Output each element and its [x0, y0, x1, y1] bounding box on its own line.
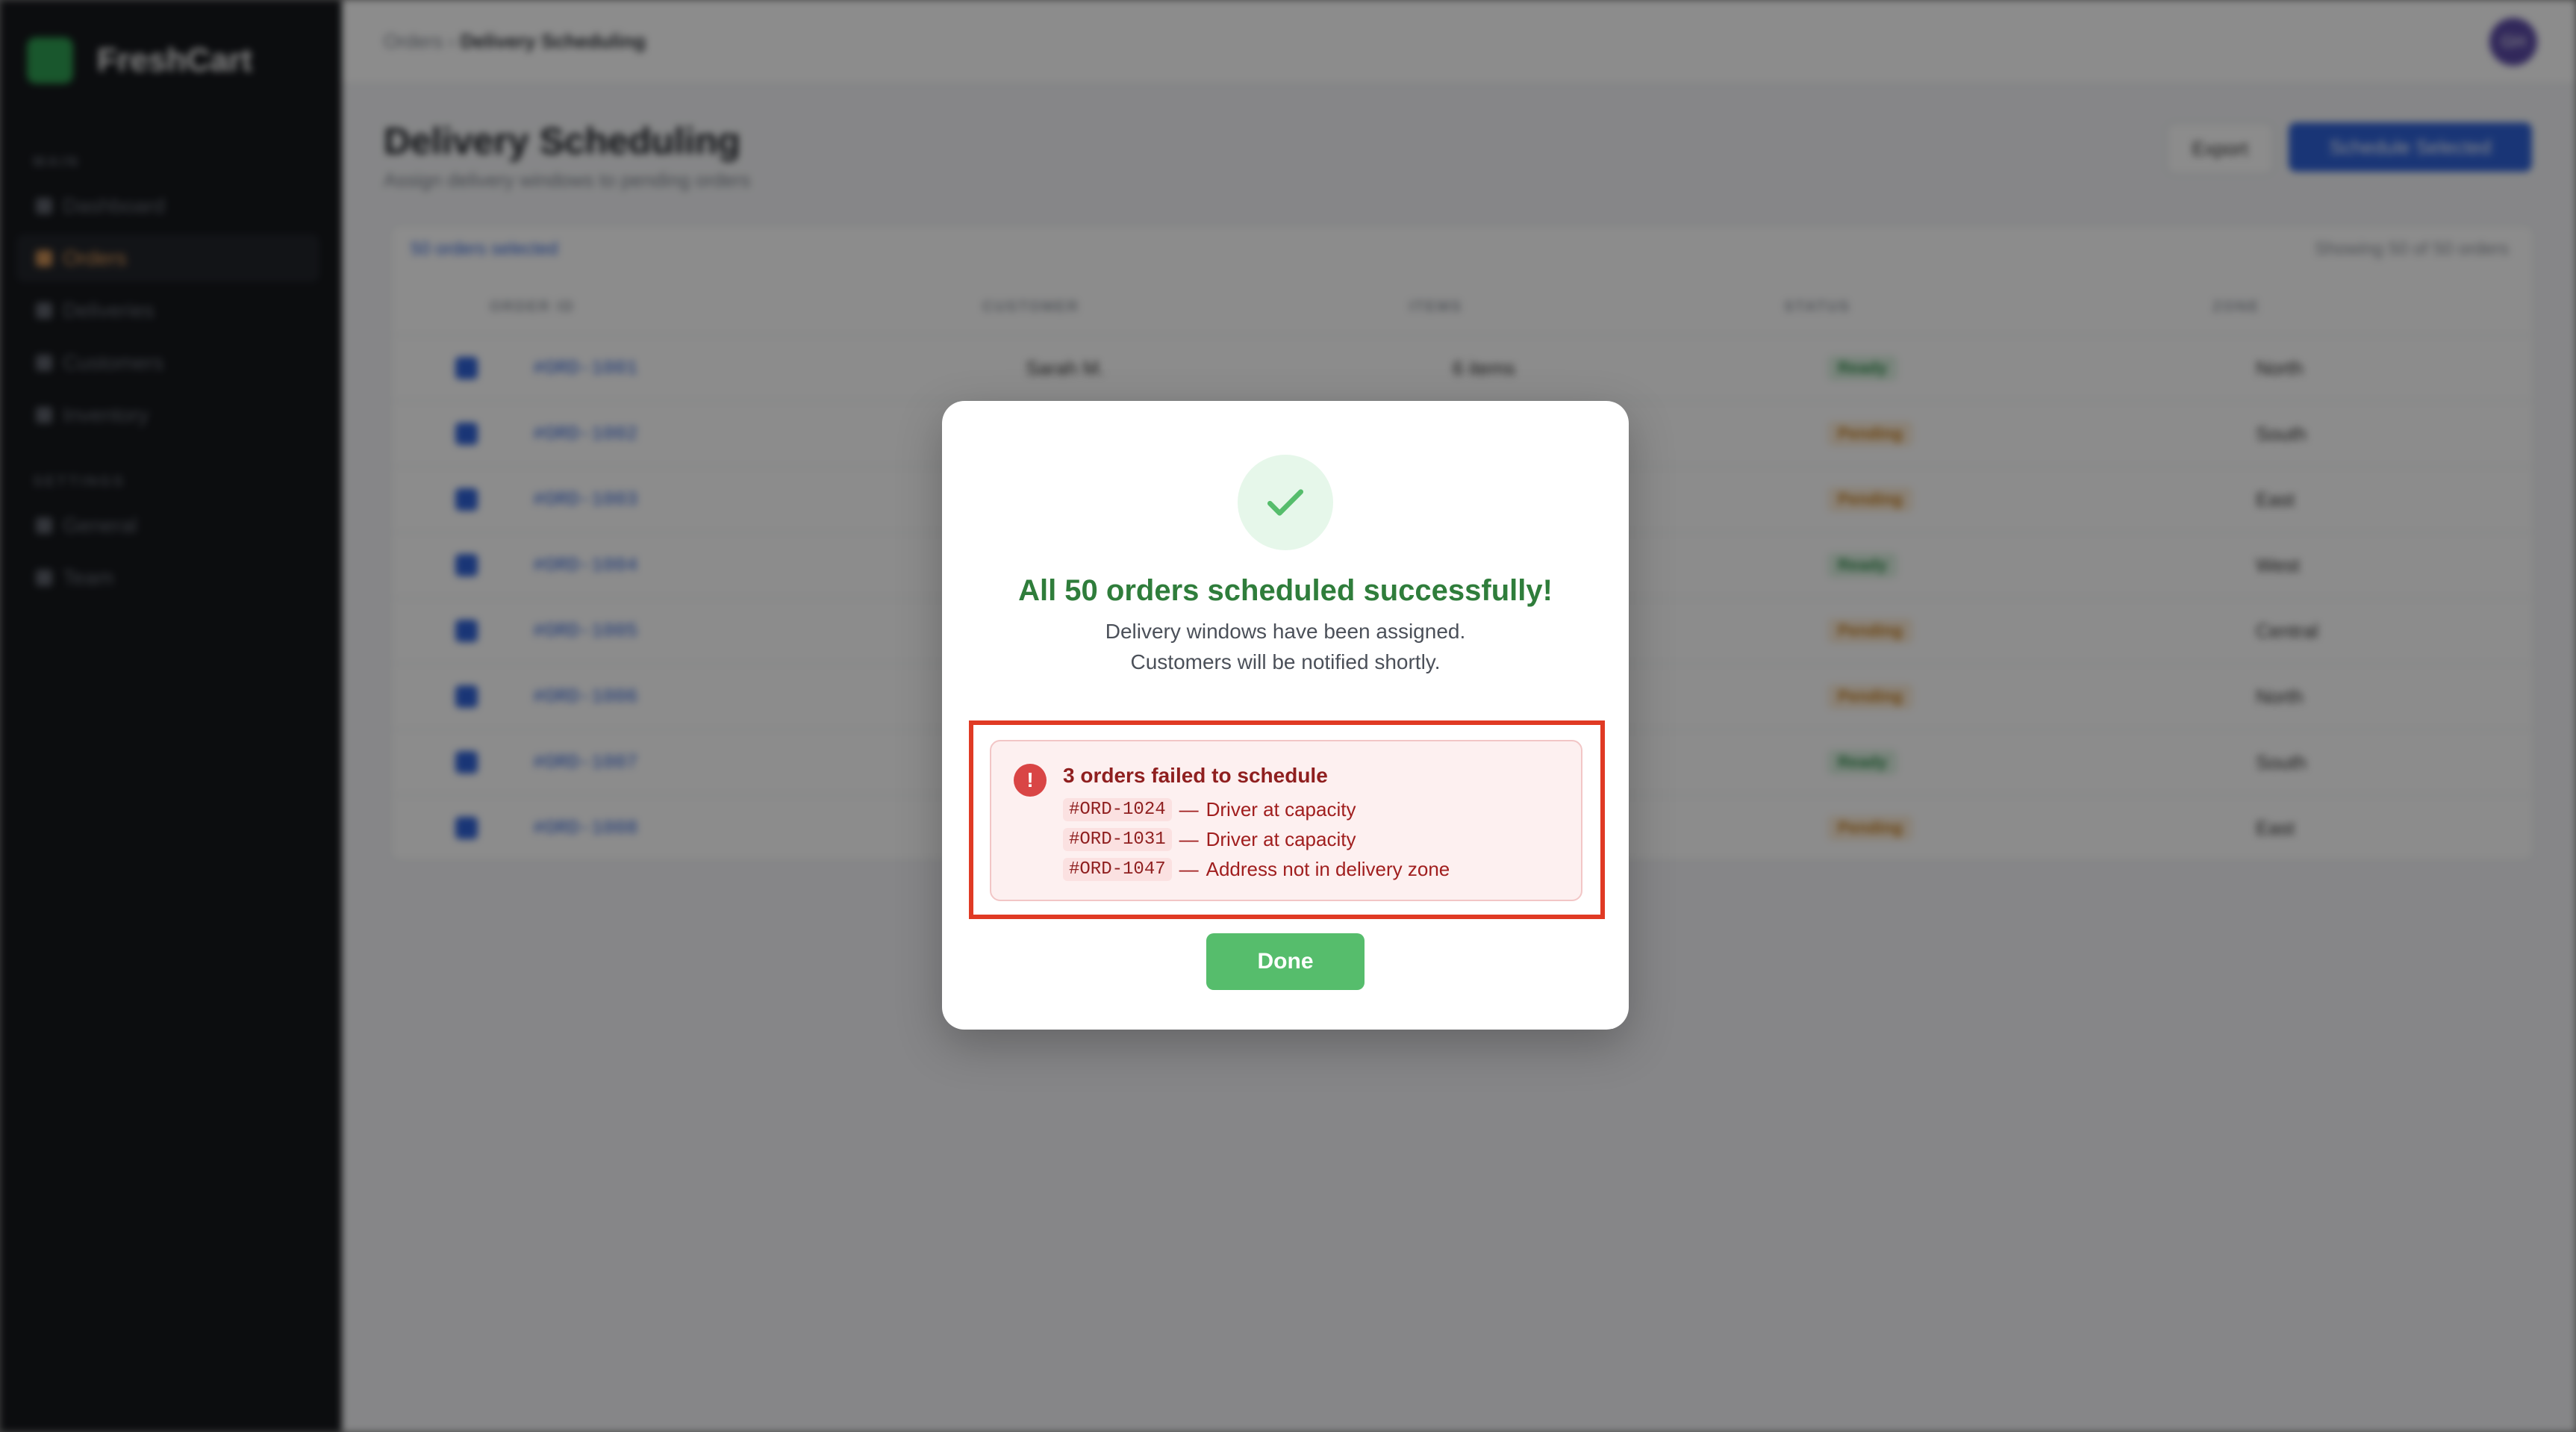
failed-order-reason: Driver at capacity [1206, 828, 1356, 850]
alert-circle-icon: ! [1014, 764, 1047, 797]
success-check-circle [1238, 455, 1333, 550]
failed-orders-alert: ! 3 orders failed to schedule #ORD-1024 —… [990, 740, 1582, 901]
failed-order-separator: — [1179, 798, 1199, 821]
modal-message-line-2: Customers will be notified shortly. [1130, 650, 1441, 673]
failed-orders-title: 3 orders failed to schedule [1063, 764, 1328, 787]
failed-order-item: #ORD-1047 — Address not in delivery zone [1063, 858, 1450, 881]
failed-order-reason: Address not in delivery zone [1206, 858, 1450, 880]
failed-order-separator: — [1179, 828, 1199, 850]
modal-message-line-1: Delivery windows have been assigned. [1105, 620, 1466, 643]
failed-order-reason: Driver at capacity [1206, 798, 1356, 821]
failed-order-item: #ORD-1024 — Driver at capacity [1063, 798, 1356, 821]
failed-order-item: #ORD-1031 — Driver at capacity [1063, 828, 1356, 851]
modal-title: All 50 orders scheduled successfully! [1018, 574, 1553, 607]
done-button[interactable]: Done [1206, 933, 1365, 990]
check-icon [1267, 489, 1304, 516]
success-modal: All 50 orders scheduled successfully! De… [942, 401, 1629, 1030]
failed-order-separator: — [1179, 858, 1199, 880]
failed-order-code: #ORD-1031 [1063, 828, 1172, 851]
failed-order-code: #ORD-1047 [1063, 858, 1172, 881]
failed-order-code: #ORD-1024 [1063, 798, 1172, 821]
